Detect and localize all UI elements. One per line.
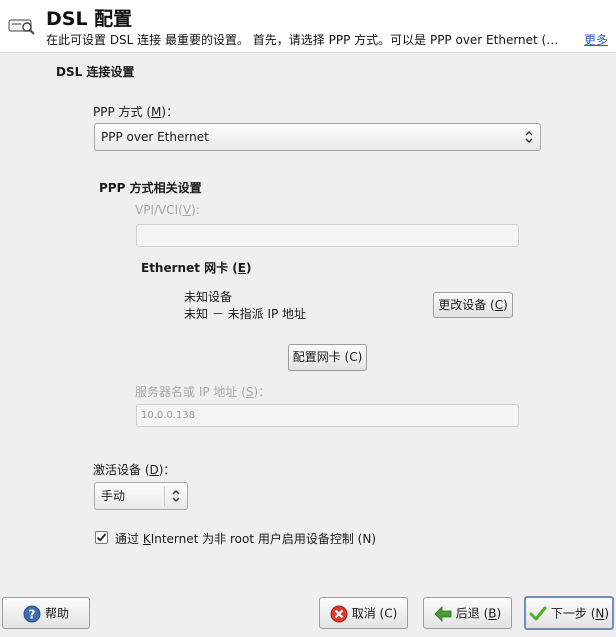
combo-separator [164, 486, 165, 506]
ppp-mode-value: PPP over Ethernet [101, 130, 209, 144]
dsl-modem-icon [8, 19, 35, 35]
change-device-button[interactable]: 更改设备 (C) [433, 292, 513, 318]
ethernet-nic-label: Ethernet 网卡 (E) [141, 261, 252, 275]
page-subtitle: 在此可设置 DSL 连接 最重要的设置。 首先，请选择 PPP 方式。可以是 P… [46, 33, 559, 47]
up-down-arrows-icon [172, 490, 180, 502]
cancel-button[interactable]: 取消 (C) [319, 597, 408, 629]
ppp-specific-title: PPP 方式相关设置 [99, 181, 202, 195]
more-link[interactable]: 更多 [584, 31, 608, 48]
dsl-settings-title: DSL 连接设置 [56, 65, 135, 79]
arrow-left-icon [434, 605, 452, 622]
device-ip-status: 未知 － 未指派 IP 地址 [184, 307, 307, 321]
dialog-header: DSL 配置 在此可设置 DSL 连接 最重要的设置。 首先，请选择 PPP 方… [0, 0, 616, 53]
ppp-mode-label: PPP 方式 (M)： [93, 105, 179, 119]
ppp-mode-select[interactable]: PPP over Ethernet [94, 123, 541, 151]
configure-nic-button[interactable]: 配置网卡 (C) [288, 344, 367, 371]
server-address-label: 服务器名或 IP 地址 (S)： [135, 385, 271, 399]
activation-select[interactable]: 手动 [94, 482, 188, 510]
device-name: 未知设备 [184, 290, 233, 304]
kinternet-label[interactable]: 通过 KInternet 为非 root 用户启用设备控制 (N) [115, 530, 376, 547]
vpi-vci-label: VPI/VCI(V): [135, 203, 200, 217]
server-address-input[interactable]: 10.0.0.138 [136, 404, 519, 427]
cancel-icon [330, 605, 348, 622]
up-down-arrows-icon [525, 131, 533, 143]
activation-value: 手动 [101, 489, 126, 503]
help-icon: ? [23, 605, 41, 622]
svg-text:?: ? [29, 607, 36, 621]
help-button[interactable]: ? 帮助 [2, 597, 90, 629]
page-title: DSL 配置 [46, 8, 133, 30]
checkmark-icon [96, 533, 107, 542]
checkmark-icon [529, 606, 547, 620]
main-panel: DSL 连接设置 PPP 方式 (M)： PPP over Ethernet P… [0, 53, 616, 585]
kinternet-checkbox[interactable] [95, 531, 108, 544]
activation-label: 激活设备 (D)： [93, 463, 176, 477]
next-button[interactable]: 下一步 (N) [524, 596, 614, 630]
back-button[interactable]: 后退 (B) [423, 597, 512, 629]
vpi-vci-input[interactable] [136, 224, 519, 247]
button-bar: ? 帮助 取消 (C) 后退 (B) 下一步 (N) [0, 585, 616, 637]
